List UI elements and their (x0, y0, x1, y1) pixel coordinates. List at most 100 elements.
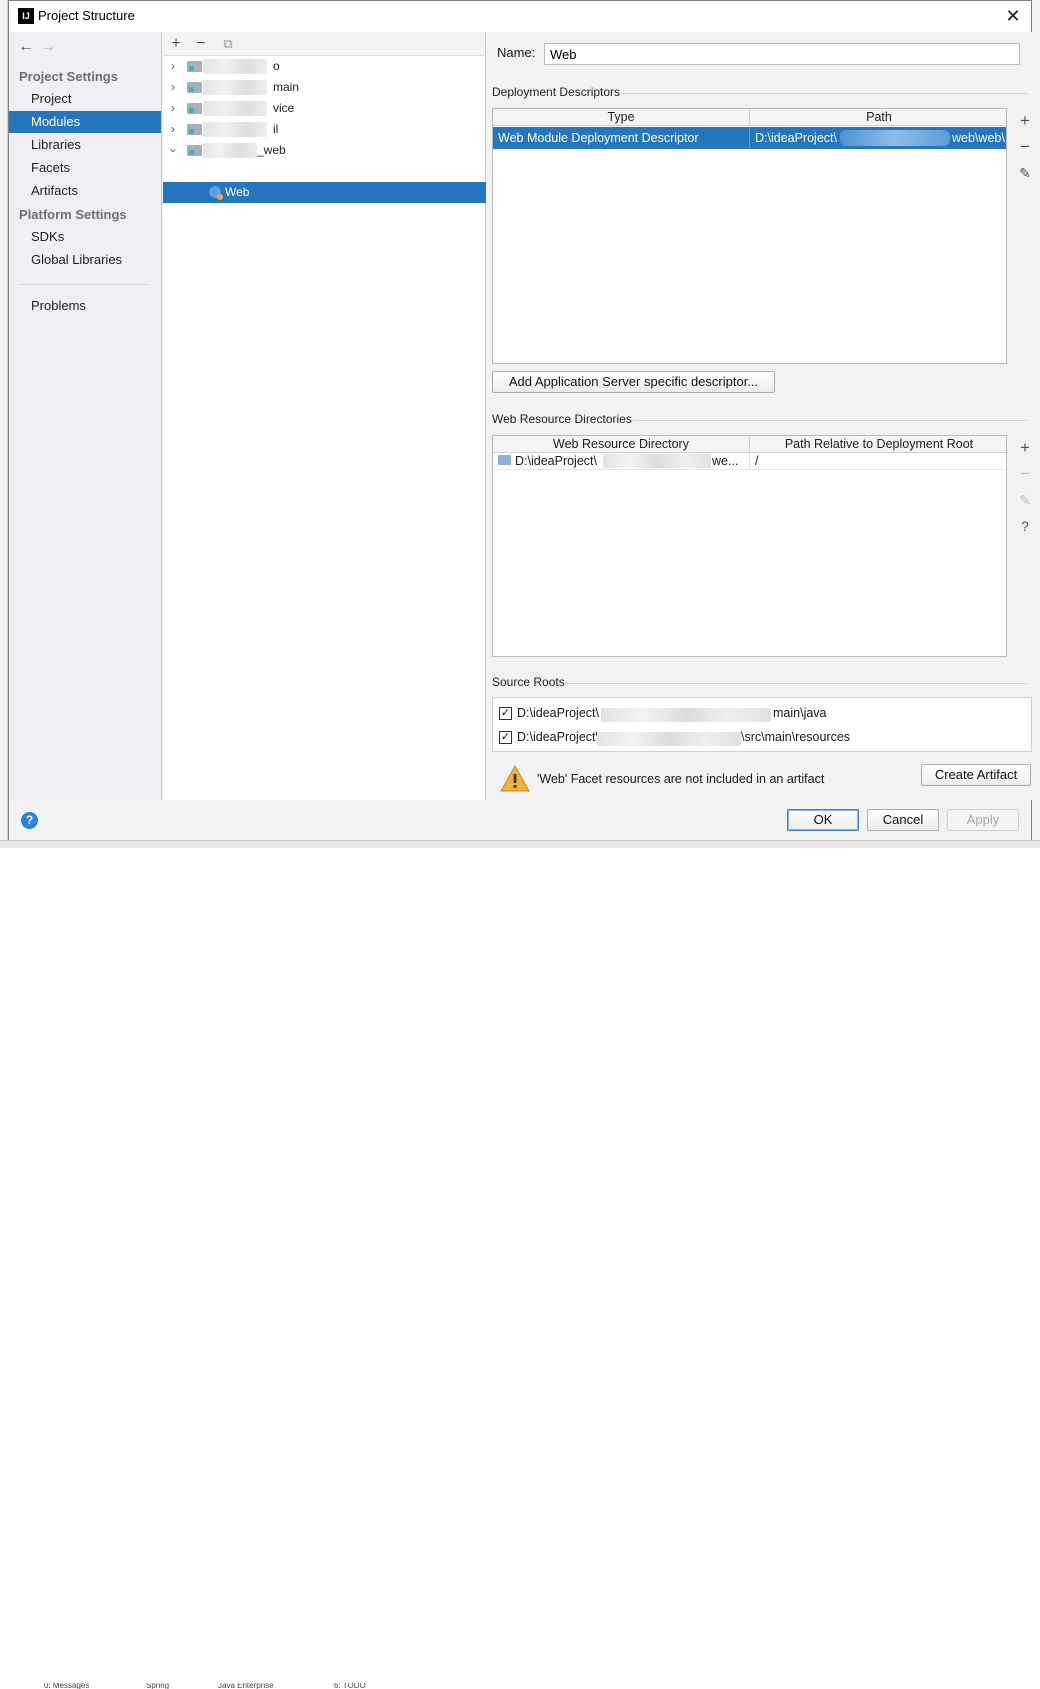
descriptor-type-cell: Web Module Deployment Descriptor (493, 127, 750, 149)
redacted-path-segment (840, 130, 950, 146)
chevron-down-icon[interactable]: › (163, 145, 184, 157)
web-resource-dir-end: we... (712, 454, 739, 468)
section-divider (565, 683, 1027, 684)
sidebar-item-project[interactable]: Project (9, 88, 161, 110)
sidebar-item-facets[interactable]: Facets (9, 157, 161, 179)
ok-button[interactable]: OK (787, 809, 859, 831)
deployment-descriptors-heading: Deployment Descriptors (492, 85, 621, 99)
module-folder-icon (187, 82, 202, 93)
name-field[interactable] (544, 43, 1020, 65)
web-facet-label: Web (225, 185, 250, 199)
redacted-path-segment (603, 454, 711, 468)
sidebar-item-artifacts[interactable]: Artifacts (9, 180, 161, 202)
redacted-module-name (203, 101, 267, 116)
descriptor-path-cell: D:\ideaProject\ web\web\ (750, 127, 1006, 149)
forward-arrow-icon[interactable]: → (37, 38, 59, 56)
add-application-server-descriptor-button[interactable]: Add Application Server specific descript… (492, 371, 775, 393)
create-artifact-button[interactable]: Create Artifact (921, 764, 1031, 786)
module-folder-icon (187, 61, 202, 72)
chevron-right-icon[interactable]: › (167, 98, 179, 119)
source-root-path-end: \src\main\resources (741, 730, 851, 744)
tree-row-module-2[interactable]: › main (163, 77, 486, 98)
help-icon[interactable]: ? (21, 812, 38, 829)
bg-tab-messages[interactable]: 0: Messages (44, 1683, 89, 1689)
module-name-suffix: o (273, 59, 280, 73)
source-root-path-start: D:\ideaProject\ (517, 730, 599, 744)
remove-descriptor-icon[interactable]: − (1013, 136, 1037, 158)
module-folder-icon (187, 124, 202, 135)
remove-module-icon[interactable]: − (191, 34, 211, 54)
bg-tab-spring[interactable]: Spring (146, 1683, 169, 1689)
web-facet-icon (209, 186, 223, 200)
tree-row-web-facet[interactable]: Web (163, 182, 486, 203)
module-folder-icon (187, 145, 202, 156)
module-name-suffix: il (273, 122, 279, 136)
sidebar-item-global-libraries[interactable]: Global Libraries (9, 249, 161, 271)
chevron-right-icon[interactable]: › (167, 119, 179, 140)
window-title: Project Structure (38, 8, 135, 23)
bg-tab-todo[interactable]: 6: TODO (334, 1683, 366, 1689)
redacted-module-name (203, 143, 257, 158)
source-roots-list: ✓ D:\ideaProject\ main\java ✓ D:\ideaPro… (492, 697, 1032, 752)
cancel-button[interactable]: Cancel (867, 809, 939, 831)
descriptor-path-end: web\web\ (952, 131, 1005, 145)
back-arrow-icon[interactable]: ← (15, 38, 37, 56)
bg-tab-java-enterprise[interactable]: Java Enterprise (218, 1683, 274, 1689)
sidebar-divider (19, 284, 149, 285)
web-resource-directories-table: Web Resource Directory Path Relative to … (492, 435, 1007, 657)
redacted-module-name (203, 122, 267, 137)
dialog-button-bar: ? OK Cancel Apply (9, 800, 1031, 840)
column-header-path[interactable]: Path (750, 109, 1006, 126)
intellij-logo-icon: IJ (18, 8, 34, 24)
warning-icon (500, 765, 530, 792)
redacted-module-name (203, 59, 267, 74)
artifact-warning-text: 'Web' Facet resources are not included i… (537, 772, 825, 786)
tree-row-module-web[interactable]: › _web (163, 140, 486, 161)
module-tree-panel: + − ⧉ › o › main › vice › il › _web Web (163, 32, 486, 800)
section-divider (633, 420, 1027, 421)
tree-row-module-4[interactable]: › il (163, 119, 486, 140)
sidebar-item-sdks[interactable]: SDKs (9, 226, 161, 248)
redacted-path-segment (601, 708, 771, 722)
tree-row-module-3[interactable]: › vice (163, 98, 486, 119)
add-web-resource-icon[interactable]: + (1013, 437, 1037, 459)
source-root-checkbox-1[interactable]: ✓ (499, 707, 512, 720)
module-name-suffix: vice (273, 101, 295, 115)
web-folder-icon (498, 455, 511, 465)
module-tree-toolbar: + − ⧉ (163, 32, 485, 56)
web-resource-directories-heading: Web Resource Directories (492, 412, 632, 426)
relative-path-cell: / (750, 452, 1006, 470)
apply-button[interactable]: Apply (947, 809, 1019, 831)
redacted-path-segment (597, 732, 741, 746)
section-divider (622, 93, 1027, 94)
project-settings-heading: Project Settings (19, 69, 118, 84)
copy-module-icon[interactable]: ⧉ (218, 34, 238, 54)
sidebar-item-problems[interactable]: Problems (9, 295, 161, 317)
edit-web-resource-icon[interactable]: ✎ (1013, 489, 1037, 511)
module-name-suffix: _web (257, 143, 286, 157)
column-header-type[interactable]: Type (493, 109, 750, 126)
add-descriptor-icon[interactable]: + (1013, 110, 1037, 132)
chevron-right-icon[interactable]: › (167, 56, 179, 77)
source-root-checkbox-2[interactable]: ✓ (499, 731, 512, 744)
edit-descriptor-icon[interactable]: ✎ (1013, 162, 1037, 184)
tree-row-module-1[interactable]: › o (163, 56, 486, 77)
source-roots-heading: Source Roots (492, 675, 565, 689)
web-resource-dir-cell: D:\ideaProject\ we... (493, 452, 750, 470)
column-header-web-resource-directory[interactable]: Web Resource Directory (493, 436, 750, 453)
chevron-right-icon[interactable]: › (167, 77, 179, 98)
column-header-path-relative[interactable]: Path Relative to Deployment Root (750, 436, 1006, 453)
add-module-icon[interactable]: + (166, 34, 186, 54)
close-icon[interactable]: ✕ (1003, 5, 1023, 27)
help-question-icon[interactable]: ? (1013, 515, 1037, 537)
sidebar-item-modules[interactable]: Modules (9, 111, 161, 133)
remove-web-resource-icon[interactable]: − (1013, 463, 1037, 485)
web-resource-dir-start: D:\ideaProject\ (515, 454, 597, 468)
title-bar: IJ Project Structure ✕ (9, 1, 1031, 32)
settings-sidebar: ← → Project Settings Project Modules Libr… (9, 32, 162, 800)
sidebar-item-libraries[interactable]: Libraries (9, 134, 161, 156)
redacted-module-name (203, 80, 267, 95)
facet-settings-panel: Name: Deployment Descriptors Type Path W… (487, 32, 1032, 800)
descriptor-path-start: D:\ideaProject\ (755, 131, 837, 145)
platform-settings-heading: Platform Settings (19, 207, 127, 222)
